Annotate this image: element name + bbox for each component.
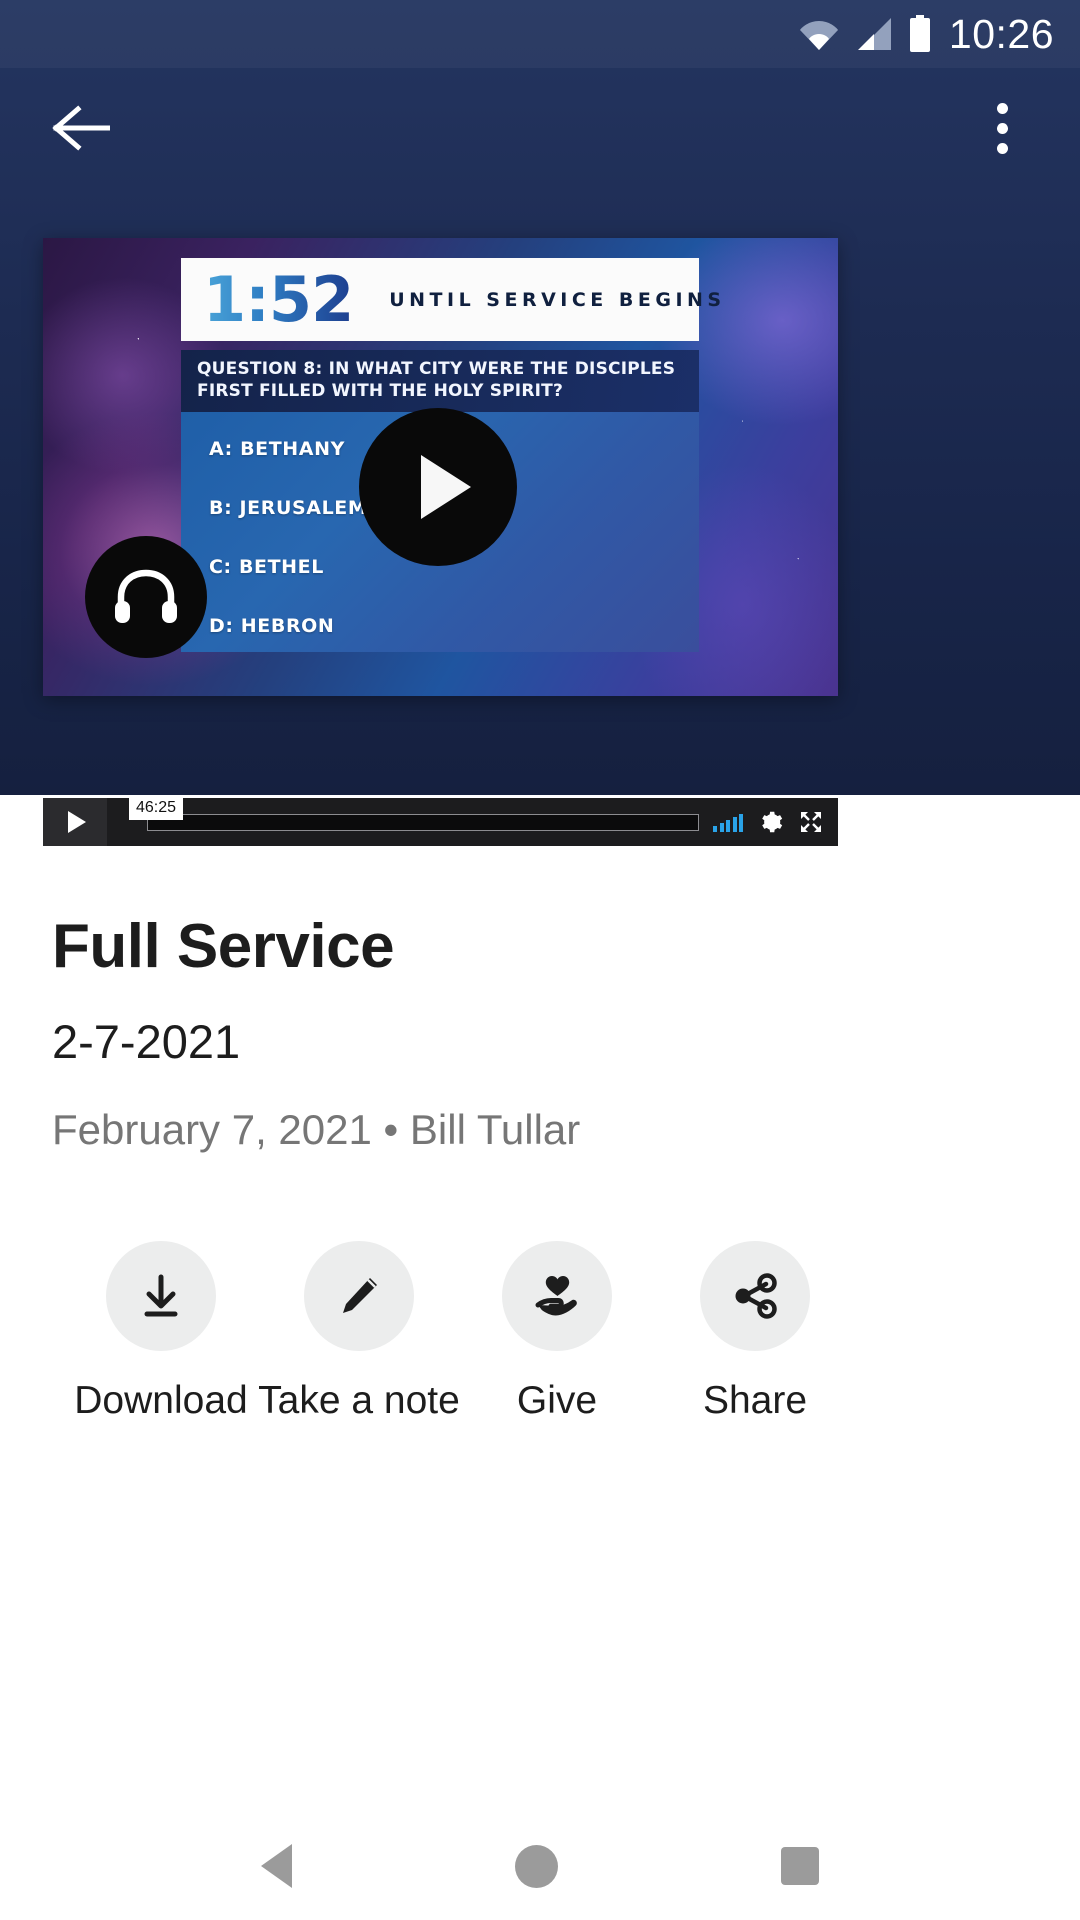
more-vertical-icon [996, 122, 1008, 134]
status-bar-time: 10:26 [948, 10, 1054, 57]
action-share-circle [700, 1240, 810, 1351]
battery-icon [909, 15, 930, 52]
nav-home-circle-icon[interactable] [514, 1844, 558, 1888]
action-share-label: Share [702, 1378, 808, 1422]
countdown-banner: 1:52 UNTIL SERVICE BEGINS [181, 258, 721, 341]
more-vertical-icon [996, 102, 1008, 114]
player-play-button[interactable] [43, 798, 107, 846]
page-title: Full Service [52, 912, 395, 981]
action-take-a-note[interactable]: Take a note [258, 1240, 460, 1422]
app-root: 10:26 1:52 UNTIL SERVICE BEGINS QUESTION… [0, 0, 1080, 1920]
fullscreen-icon[interactable] [799, 810, 823, 834]
player-scrubber[interactable] [107, 798, 713, 846]
nav-recents-square-icon[interactable] [780, 1847, 819, 1885]
action-share[interactable]: Share [656, 1240, 854, 1422]
nav-back-triangle-icon[interactable] [261, 1844, 293, 1888]
play-icon [68, 811, 86, 833]
action-download-label: Download [74, 1378, 248, 1422]
page-meta: February 7, 2021 • Bill Tullar [52, 1106, 581, 1154]
overflow-menu-button[interactable] [974, 97, 1030, 159]
arrow-left-icon [52, 105, 110, 151]
action-take-a-note-circle [304, 1240, 414, 1351]
countdown-label: UNTIL SERVICE BEGINS [389, 288, 726, 311]
quiz-question-text: QUESTION 8: IN WHAT CITY WERE THE DISCIP… [197, 359, 676, 401]
gear-icon[interactable] [759, 810, 783, 834]
system-navigation-bar [0, 1812, 1080, 1920]
player-duration-badge: 46:25 [129, 796, 184, 820]
audio-only-button[interactable] [85, 536, 207, 658]
quiz-answer-d: D: HEBRON [209, 615, 335, 637]
play-button-overlay[interactable] [359, 408, 517, 566]
video-player[interactable]: 1:52 UNTIL SERVICE BEGINS QUESTION 8: IN… [43, 238, 838, 696]
player-right-controls [713, 810, 838, 834]
quiz-question-box: QUESTION 8: IN WHAT CITY WERE THE DISCIP… [181, 350, 699, 412]
action-download-circle [106, 1240, 216, 1351]
cell-signal-icon [857, 18, 891, 50]
player-scrubber-track [147, 813, 699, 831]
countdown-time: 1:52 [203, 262, 354, 336]
action-give-label: Give [516, 1378, 598, 1422]
quality-bars-icon[interactable] [713, 812, 743, 832]
play-icon [420, 455, 471, 519]
share-nodes-icon [735, 1272, 777, 1319]
wifi-icon [799, 21, 838, 50]
download-icon [144, 1274, 178, 1317]
status-bar: 10:26 [0, 0, 1080, 68]
action-give-circle [502, 1240, 612, 1351]
back-button[interactable] [50, 97, 112, 159]
action-give[interactable]: Give [458, 1240, 656, 1422]
status-icons [799, 15, 931, 53]
action-download[interactable]: Download [62, 1240, 260, 1422]
content-section: Full Service 2-7-2021 February 7, 2021 •… [0, 846, 1080, 1421]
page-subtitle: 2-7-2021 [52, 1015, 241, 1069]
action-take-a-note-label: Take a note [258, 1378, 460, 1422]
action-buttons-row: Download Take a note Give Share [52, 1240, 1028, 1422]
player-control-bar[interactable]: 46:25 [43, 796, 838, 846]
app-bar [0, 68, 1080, 188]
more-vertical-icon [996, 142, 1008, 154]
pencil-icon [343, 1277, 377, 1313]
hand-heart-icon [535, 1275, 577, 1316]
headphones-icon [115, 569, 177, 623]
